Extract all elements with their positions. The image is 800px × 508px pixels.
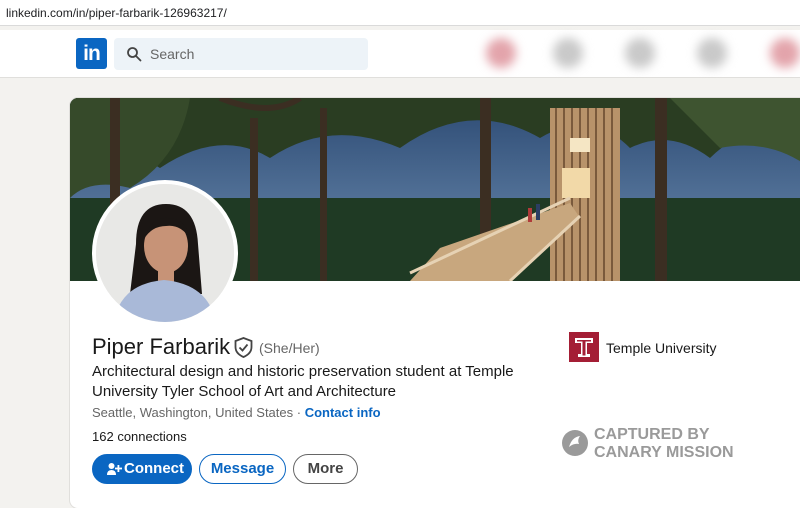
profile-location-line: Seattle, Washington, United States · Con… — [92, 405, 381, 420]
linkedin-logo-icon[interactable]: in — [76, 38, 107, 69]
more-button[interactable]: More — [293, 454, 358, 484]
nav-item-blurred-icon[interactable] — [770, 38, 800, 68]
profile-card: Piper Farbarik (She/Her) Architectural d… — [70, 98, 800, 508]
profile-pronouns: (She/Her) — [259, 340, 320, 356]
connections-label: connections — [113, 429, 187, 444]
temple-university-logo-icon[interactable] — [569, 332, 599, 362]
search-box[interactable] — [114, 38, 368, 70]
nav-item-blurred-icon[interactable] — [697, 38, 727, 68]
profile-location: Seattle, Washington, United States — [92, 405, 294, 420]
nav-item-blurred-icon[interactable] — [486, 38, 516, 68]
connect-button[interactable]: Connect — [92, 454, 192, 484]
search-icon — [127, 47, 142, 62]
verified-shield-icon[interactable] — [234, 337, 253, 358]
browser-address-bar[interactable]: linkedin.com/in/piper-farbarik-126963217… — [0, 0, 800, 26]
search-input[interactable] — [150, 38, 350, 70]
watermark-line2: CANARY MISSION — [594, 444, 734, 461]
nav-item-blurred-icon[interactable] — [553, 38, 583, 68]
url-text[interactable]: linkedin.com/in/piper-farbarik-126963217… — [6, 6, 227, 20]
connections-count[interactable]: 162 connections — [92, 429, 187, 444]
education-name[interactable]: Temple University — [606, 340, 716, 356]
connect-label: Connect — [124, 460, 184, 477]
profile-headline: Architectural design and historic preser… — [92, 363, 514, 400]
watermark-line1: CAPTURED BY — [594, 426, 710, 443]
profile-name: Piper Farbarik — [92, 334, 231, 359]
nav-item-blurred-icon[interactable] — [625, 38, 655, 68]
contact-info-link[interactable]: Contact info — [305, 405, 381, 420]
separator-dot: · — [293, 405, 305, 420]
canary-mission-watermark: CAPTURED BY CANARY MISSION — [562, 426, 734, 461]
profile-photo-avatar[interactable] — [92, 180, 238, 326]
top-navigation: in — [0, 30, 800, 78]
message-button[interactable]: Message — [199, 454, 286, 484]
add-person-icon — [107, 463, 122, 475]
connections-number: 162 — [92, 429, 114, 444]
